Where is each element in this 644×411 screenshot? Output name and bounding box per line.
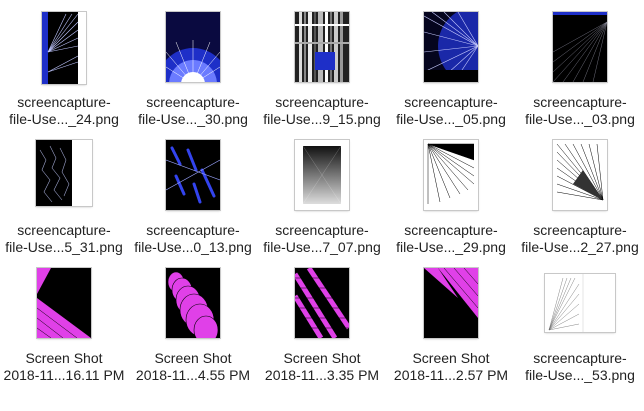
file-name-line-1: Screen Shot bbox=[412, 350, 490, 366]
magenta-wedge-thumbnail bbox=[424, 268, 478, 338]
magenta-circles-thumbnail bbox=[166, 268, 220, 338]
gray-stripes-thumbnail bbox=[295, 12, 349, 82]
file-name-line-2: 2018-11...3.35 PM bbox=[264, 367, 380, 383]
file-item[interactable]: screencapture- file-Use...7_07.png bbox=[258, 128, 386, 256]
file-name-line-2: file-Use..._24.png bbox=[9, 111, 119, 127]
file-name-line-1: screencapture- bbox=[404, 222, 498, 238]
file-name: screencapture- file-Use..._29.png bbox=[387, 222, 515, 256]
file-name-line-2: file-Use...2_27.png bbox=[521, 239, 639, 255]
file-item[interactable]: screencapture- file-Use..._29.png bbox=[387, 128, 515, 256]
file-name-line-2: file-Use...5_31.png bbox=[5, 239, 123, 255]
file-name-line-1: screencapture- bbox=[17, 94, 111, 110]
file-item[interactable]: screencapture- file-Use..._53.png bbox=[516, 256, 644, 384]
file-name-line-2: file-Use...9_15.png bbox=[263, 111, 381, 127]
magenta-stripes-thumbnail bbox=[295, 268, 349, 338]
file-item[interactable]: screencapture- file-Use...9_15.png bbox=[258, 0, 386, 128]
file-name: Screen Shot 2018-11...4.55 PM bbox=[129, 350, 257, 384]
dark-rays-thumbnail bbox=[553, 12, 607, 82]
file-item[interactable]: screencapture- file-Use..._05.png bbox=[387, 0, 515, 128]
file-name: Screen Shot 2018-11...16.11 PM bbox=[0, 350, 128, 384]
file-item[interactable]: screencapture- file-Use..._30.png bbox=[129, 0, 257, 128]
file-item[interactable]: Screen Shot 2018-11...4.55 PM bbox=[129, 256, 257, 384]
file-name: screencapture- file-Use..._30.png bbox=[129, 94, 257, 128]
file-name-line-1: screencapture- bbox=[533, 94, 627, 110]
file-item[interactable]: screencapture- file-Use...2_27.png bbox=[516, 128, 644, 256]
file-name-line-1: screencapture- bbox=[17, 222, 111, 238]
file-icon-grid: screencapture- file-Use..._24.png screen… bbox=[0, 0, 644, 411]
file-name: Screen Shot 2018-11...3.35 PM bbox=[258, 350, 386, 384]
black-fan-lines-thumbnail bbox=[424, 140, 478, 210]
file-item[interactable]: screencapture- file-Use...0_13.png bbox=[129, 128, 257, 256]
magenta-diagonal-thumbnail bbox=[37, 268, 91, 338]
file-name-line-1: screencapture- bbox=[275, 94, 369, 110]
file-item[interactable]: screencapture- file-Use..._24.png bbox=[0, 0, 128, 128]
file-name-line-1: screencapture- bbox=[533, 350, 627, 366]
file-name: Screen Shot 2018-11...2.57 PM bbox=[387, 350, 515, 384]
file-name: screencapture- file-Use...2_27.png bbox=[516, 222, 644, 256]
file-item[interactable]: Screen Shot 2018-11...16.11 PM bbox=[0, 256, 128, 384]
file-item[interactable]: screencapture- file-Use...5_31.png bbox=[0, 128, 128, 256]
file-name-line-2: file-Use..._53.png bbox=[525, 367, 635, 383]
file-name-line-1: screencapture- bbox=[146, 94, 240, 110]
file-name: screencapture- file-Use...7_07.png bbox=[258, 222, 386, 256]
blue-sunburst-thumbnail bbox=[424, 12, 478, 82]
file-name: screencapture- file-Use..._05.png bbox=[387, 94, 515, 128]
file-name-line-2: file-Use..._29.png bbox=[396, 239, 506, 255]
file-name: screencapture- file-Use..._03.png bbox=[516, 94, 644, 128]
dark-noise-narrow-thumbnail bbox=[36, 140, 92, 206]
file-name-line-2: 2018-11...4.55 PM bbox=[135, 367, 251, 383]
file-name: screencapture- file-Use...9_15.png bbox=[258, 94, 386, 128]
file-name-line-2: file-Use...7_07.png bbox=[263, 239, 381, 255]
file-name: screencapture- file-Use...5_31.png bbox=[0, 222, 128, 256]
file-name-line-1: Screen Shot bbox=[25, 350, 103, 366]
file-name-line-2: 2018-11...2.57 PM bbox=[393, 367, 509, 383]
file-item[interactable]: Screen Shot 2018-11...2.57 PM bbox=[387, 256, 515, 384]
file-name-line-1: screencapture- bbox=[275, 222, 369, 238]
file-name-line-1: screencapture- bbox=[146, 222, 240, 238]
file-name-line-1: Screen Shot bbox=[283, 350, 361, 366]
gray-lines-white-thumbnail bbox=[545, 274, 615, 332]
file-name-line-2: file-Use..._30.png bbox=[138, 111, 248, 127]
file-name-line-1: Screen Shot bbox=[154, 350, 232, 366]
file-name-line-1: screencapture- bbox=[533, 222, 627, 238]
file-name-line-2: 2018-11...16.11 PM bbox=[3, 367, 125, 383]
blue-rays-narrow-thumbnail bbox=[42, 12, 86, 84]
file-item[interactable]: Screen Shot 2018-11...3.35 PM bbox=[258, 256, 386, 384]
file-item[interactable]: screencapture- file-Use..._03.png bbox=[516, 0, 644, 128]
file-name-line-2: file-Use...0_13.png bbox=[134, 239, 252, 255]
blue-radial-fan-thumbnail bbox=[166, 12, 220, 82]
file-name: screencapture- file-Use..._24.png bbox=[0, 94, 128, 128]
file-name-line-2: file-Use..._03.png bbox=[525, 111, 635, 127]
black-diagonal-lines-thumbnail bbox=[553, 140, 607, 210]
file-name: screencapture- file-Use...0_13.png bbox=[129, 222, 257, 256]
gray-gradient-lines-thumbnail bbox=[295, 140, 349, 210]
blue-scribble-thumbnail bbox=[166, 140, 220, 210]
file-name-line-1: screencapture- bbox=[404, 94, 498, 110]
file-name-line-2: file-Use..._05.png bbox=[396, 111, 506, 127]
file-name: screencapture- file-Use..._53.png bbox=[516, 350, 644, 384]
